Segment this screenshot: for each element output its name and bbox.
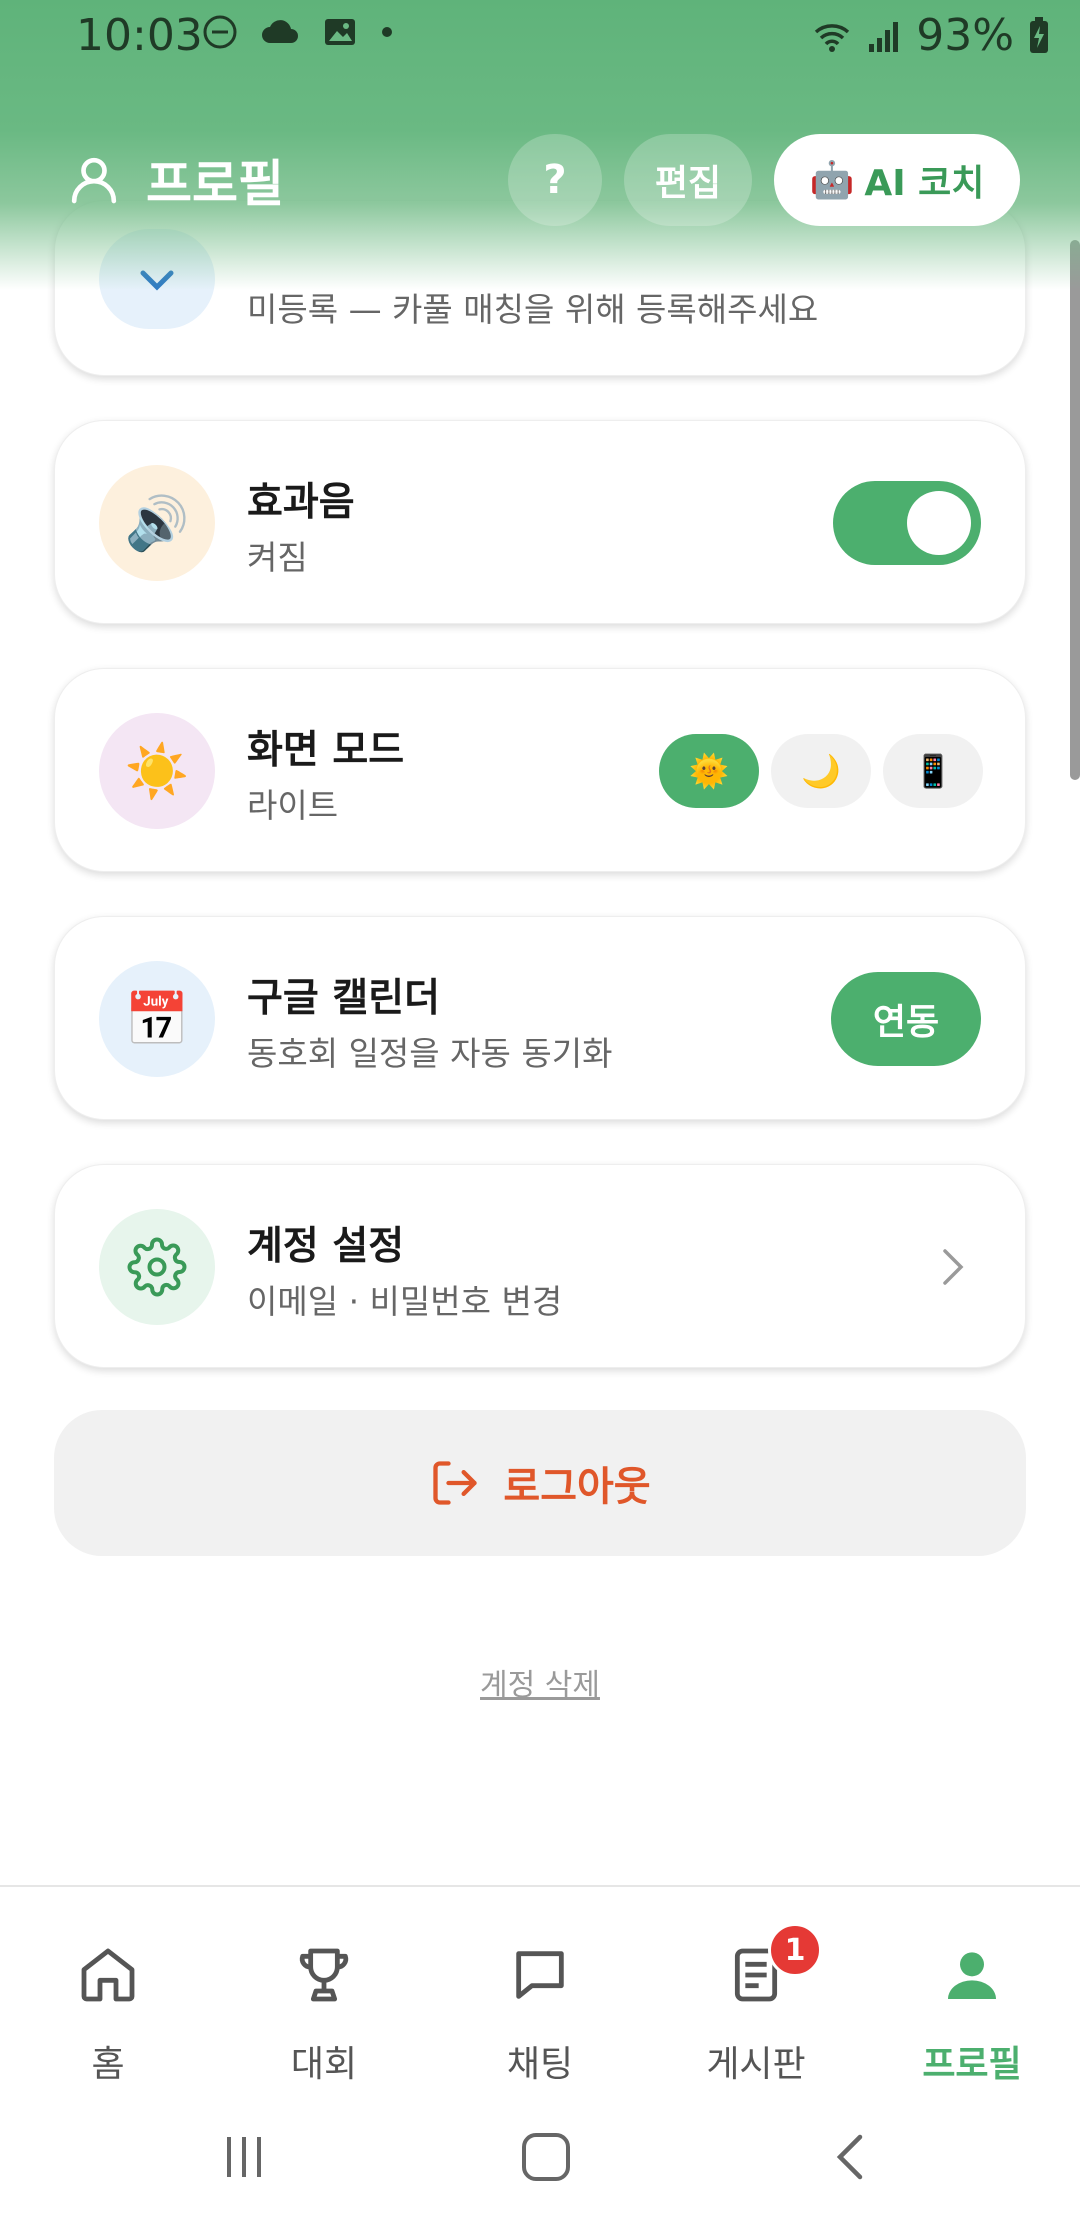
nav-board[interactable]: 1 게시판 [648,1887,864,2097]
car-registration-subtitle: 미등록 — 카풀 매칭을 위해 등록해주세요 [247,290,819,329]
nav-profile[interactable]: 프로필 [864,1887,1080,2097]
speaker-icon: 🔊 [124,493,190,554]
status-right-icons: 93% [812,10,1050,61]
sound-effects-card: 🔊 효과음 켜짐 [54,420,1026,624]
scrollbar[interactable] [1070,240,1080,780]
speaker-icon-circle: 🔊 [99,465,215,581]
trophy-icon [216,1943,432,2027]
edit-button[interactable]: 편집 [624,134,752,226]
image-icon [325,19,355,45]
person-icon [71,157,117,204]
dnd-icon [203,15,237,49]
status-left-icons [202,14,394,50]
bottom-nav: 홈 대회 채팅 1 게시판 프로필 [0,1885,1080,2095]
nav-home-label: 홈 [91,2044,125,2085]
nav-tournament-label: 대회 [290,2044,358,2085]
calendar-icon-circle: 📅 [99,961,215,1077]
nav-chat-label: 채팅 [506,2044,574,2085]
page-title: 프로필 [146,155,284,213]
recents-icon [227,2137,261,2177]
back-icon [836,2134,863,2180]
app-bar: 프로필 ? 편집 🤖 AI 코치 [0,130,1080,230]
recents-button[interactable] [212,2125,276,2189]
battery-charging-icon [1030,16,1048,53]
back-button[interactable] [818,2125,882,2189]
sound-effects-toggle[interactable] [833,481,981,565]
account-settings-title: 계정 설정 [247,1224,405,1269]
header: 10:03 93% 프로필 ? 편집 🤖 AI 코치 [0,0,1080,290]
calendar-connect-button[interactable]: 연동 [831,972,981,1066]
account-settings-card[interactable]: 계정 설정 이메일 · 비밀번호 변경 [54,1164,1026,1368]
sound-effects-title: 효과음 [247,480,355,525]
dark-mode-button[interactable]: 🌙 [771,734,871,808]
phone-icon: 📱 [913,752,953,790]
signal-icon [869,21,899,52]
home-square-icon [522,2133,570,2181]
chat-icon [432,1943,648,2027]
account-settings-subtitle: 이메일 · 비밀번호 변경 [247,1282,563,1321]
calendar-icon: 📅 [124,989,190,1050]
nav-chat[interactable]: 채팅 [432,1887,648,2097]
system-nav-bar [0,2095,1080,2220]
system-mode-button[interactable]: 📱 [883,734,983,808]
display-mode-title: 화면 모드 [247,728,405,773]
logout-button[interactable]: 로그아웃 [54,1410,1026,1556]
chevron-right-icon [943,1249,964,1285]
nav-home[interactable]: 홈 [0,1887,216,2097]
nav-board-label: 게시판 [706,2044,806,2085]
status-time: 10:03 [76,10,203,61]
home-system-button[interactable] [514,2125,578,2189]
person-icon [864,1943,1080,2027]
dot-icon [382,27,392,37]
gear-icon [127,1237,187,1297]
nav-profile-label: 프로필 [922,2044,1022,2085]
logout-icon [433,1461,478,1505]
ai-coach-label: AI 코치 [864,163,985,204]
google-calendar-title: 구글 캘린더 [247,976,440,1021]
board-icon [648,1943,864,2027]
ai-coach-button[interactable]: 🤖 AI 코치 [774,134,1020,226]
display-mode-card: ☀️ 화면 모드 라이트 🌞 🌙 📱 [54,668,1026,872]
robot-icon: 🤖 [809,160,855,201]
status-bar: 10:03 93% [0,0,1080,70]
notification-badge: 1 [768,1923,822,1977]
delete-account-link[interactable]: 계정 삭제 [0,1660,1080,1704]
cloud-icon [262,20,298,43]
gear-icon-circle [99,1209,215,1325]
wifi-icon [815,23,850,52]
nav-tournament[interactable]: 대회 [216,1887,432,2097]
google-calendar-subtitle: 동호회 일정을 자동 동기화 [247,1034,613,1073]
sun-icon: ☀️ [124,741,190,802]
display-mode-value: 라이트 [247,786,339,825]
toggle-knob [907,491,971,555]
home-icon [0,1943,216,2027]
title-wrap: 프로필 [66,144,284,216]
sun-icon: 🌞 [689,752,729,790]
moon-icon: 🌙 [801,752,841,790]
help-button[interactable]: ? [508,134,602,226]
google-calendar-card: 📅 구글 캘린더 동호회 일정을 자동 동기화 연동 [54,916,1026,1120]
logout-label: 로그아웃 [503,1464,651,1510]
battery-percent: 93% [916,10,1014,61]
light-mode-button[interactable]: 🌞 [659,734,759,808]
sun-icon-circle: ☀️ [99,713,215,829]
sound-effects-status: 켜짐 [247,538,308,577]
